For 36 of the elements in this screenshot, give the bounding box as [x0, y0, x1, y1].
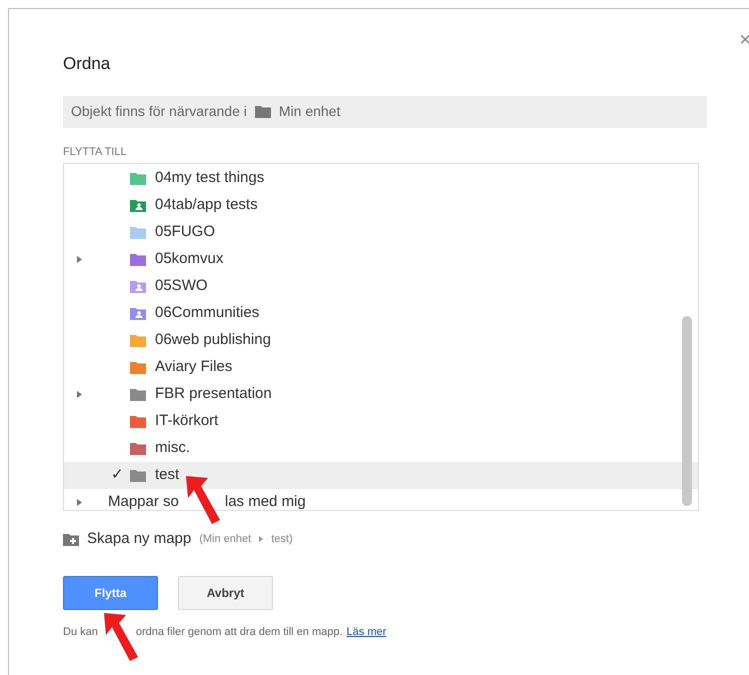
- help-text: ordna filer genom att dra dem till en mapp.: [136, 624, 343, 640]
- create-folder-link[interactable]: Skapa ny mapp: [87, 528, 192, 550]
- folder-path: (Min enhet: [199, 532, 252, 547]
- arrow-annotation: [186, 476, 221, 524]
- expand-arrow-icon[interactable]: [76, 391, 82, 398]
- folder-name: Aviary Files: [155, 357, 232, 378]
- folder-name: FBR presentation: [155, 384, 272, 404]
- folder-name: 05komvux: [155, 249, 224, 270]
- folder-name: IT-körkort: [155, 411, 218, 432]
- location-text: Objekt finns för närvarande i: [71, 102, 247, 121]
- path-separator-icon: [259, 536, 264, 542]
- folder-name: 06Communities: [155, 303, 260, 324]
- new-folder-icon[interactable]: [63, 532, 79, 546]
- folder-path: test): [271, 532, 293, 547]
- section-label: FLYTTA TILL: [63, 144, 128, 160]
- expand-arrow-icon[interactable]: [76, 499, 82, 506]
- shared-folders-row[interactable]: Mappar so las med mig: [64, 489, 698, 510]
- location-folder: Min enhet: [278, 102, 340, 121]
- folder-name: test: [155, 465, 180, 486]
- shared-folders-label: Mappar so: [108, 492, 179, 510]
- learn-more-link[interactable]: Läs mer: [346, 624, 386, 640]
- folder-name: 04tab/app tests: [155, 195, 258, 216]
- help-text: Du kan: [63, 624, 98, 640]
- scrollbar-thumb[interactable]: [682, 316, 692, 506]
- expand-arrow-icon[interactable]: [76, 256, 82, 263]
- folder-icon: [254, 105, 271, 118]
- folder-name: 05SWO: [155, 276, 208, 296]
- cancel-button[interactable]: Avbryt: [178, 576, 273, 610]
- folder-name: 04my test things: [155, 168, 264, 188]
- folder-name: 05FUGO: [155, 222, 216, 242]
- folder-name: misc.: [155, 438, 190, 458]
- dialog-title: Ordna: [63, 53, 110, 75]
- folder-name: 06web publishing: [155, 330, 271, 350]
- shared-folders-label: las med mig: [224, 492, 306, 510]
- folder-row[interactable]: ✓ test: [64, 462, 698, 489]
- checkmark-icon: ✓: [111, 464, 124, 487]
